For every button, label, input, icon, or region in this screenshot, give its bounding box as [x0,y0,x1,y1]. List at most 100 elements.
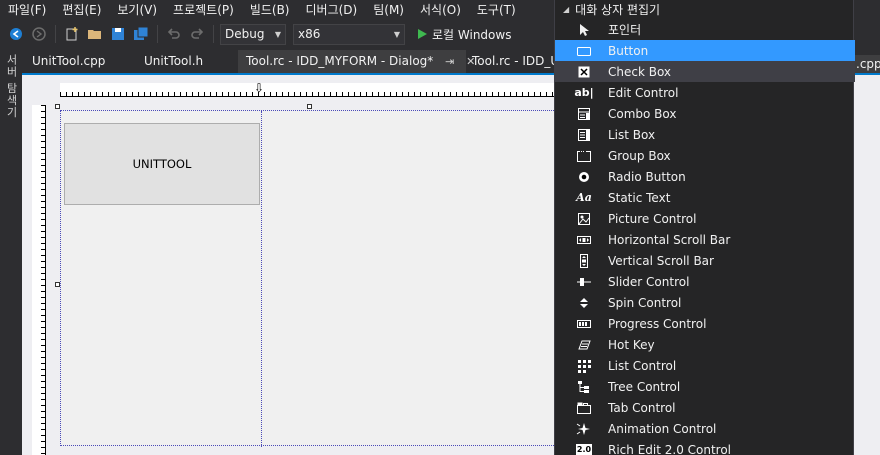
tab-dialog-myform[interactable]: Tool.rc - IDD_MYFORM - Dialog* ⇥ ✕ [238,50,475,73]
menu-edit[interactable]: 편집(E) [54,0,109,20]
spin-icon [576,295,592,311]
toolbox-item-button[interactable]: Button [555,40,855,61]
open-folder-icon[interactable] [85,24,105,44]
menu-tools[interactable]: 도구(T) [469,0,524,20]
toolbox-item-label: Vertical Scroll Bar [608,253,714,268]
toolbox-item-vertical-scroll-bar[interactable]: Vertical Scroll Bar [555,250,855,271]
toolbox-item-radio-button[interactable]: Radio Button [555,166,855,187]
toolbox-item-label: Static Text [608,190,671,205]
guide-line [261,111,262,447]
toolbox-item-spin-control[interactable]: Spin Control [555,292,855,313]
menu-view[interactable]: 보기(V) [109,0,165,20]
tab-label: Tool.rc - IDD_MYFORM - Dialog* [246,54,434,68]
pin-icon[interactable]: ⇥ [445,55,454,68]
toolbox-item-hot-key[interactable]: Hot Key [555,334,855,355]
slider-icon [576,274,592,290]
dialog-form[interactable]: UNITTOOL [60,110,560,447]
vertical-ruler [32,105,46,455]
vscroll-icon [576,253,592,269]
redo-icon[interactable] [187,24,207,44]
rich-edit-icon: 2.0 [576,443,592,455]
toolbox-item-label: Slider Control [608,274,690,289]
toolbox-group-header[interactable]: ◢ 대화 상자 편집기 [555,0,855,18]
toolbox-item-label: Check Box [608,64,672,79]
toolbox-item-label: Progress Control [608,316,707,331]
button-icon [576,43,592,59]
tab-unittool-cpp[interactable]: UnitTool.cpp [24,50,113,73]
tab-control-icon [576,400,592,416]
play-icon [418,29,427,39]
toolbox-item-combo-box[interactable]: Combo Box [555,103,855,124]
toolbox-item-label: Hot Key [608,337,655,352]
toolbox-item-label: 포인터 [608,23,642,37]
run-button-label: 로컬 Windows [432,27,512,42]
unittool-button-label: UNITTOOL [132,157,192,171]
tab-unittool-h[interactable]: UnitTool.h [136,50,211,73]
menu-format[interactable]: 서식(O) [412,0,469,20]
toolbox-item-label: Tree Control [608,379,681,394]
toolbox-item-label: Radio Button [608,169,686,184]
checkbox-icon [576,64,592,80]
toolbox-item-progress-control[interactable]: Progress Control [555,313,855,334]
menu-project[interactable]: 프로젝트(P) [165,0,242,20]
pointer-icon [576,22,592,38]
save-all-icon[interactable] [131,24,151,44]
toolbox-item-group-box[interactable]: Group Box [555,145,855,166]
toolbox-item-label: Tab Control [608,400,676,415]
run-button[interactable]: 로컬 Windows [416,26,511,43]
animation-icon [576,421,592,437]
toolbox-item-list-control[interactable]: List Control [555,355,855,376]
undo-icon[interactable] [164,24,184,44]
toolbox-item-tab-control[interactable]: Tab Control [555,397,855,418]
toolbox-group-title: 대화 상자 편집기 [575,2,661,17]
chevron-down-icon: ▼ [274,29,281,39]
back-icon[interactable] [6,24,26,44]
chevron-down-icon: ▼ [393,29,400,39]
toolbox-item-label: Group Box [608,148,671,163]
unittool-button[interactable]: UNITTOOL [64,123,260,205]
configuration-dropdown[interactable]: Debug ▼ [220,23,286,45]
hotkey-icon [576,337,592,353]
edit-control-icon: ab| [574,86,594,99]
toolbox-item-horizontal-scroll-bar[interactable]: Horizontal Scroll Bar [555,229,855,250]
toolbox-item-label: List Control [608,358,677,373]
toolbox-item-edit-control[interactable]: ab| Edit Control [555,82,855,103]
toolbox-item-animation-control[interactable]: Animation Control [555,418,855,439]
menu-team[interactable]: 팀(M) [365,0,412,20]
toolbox-item-picture-control[interactable]: Picture Control [555,208,855,229]
tab-dialog-u[interactable]: Tool.rc - IDD_U [464,50,567,73]
menu-build[interactable]: 빌드(B) [242,0,298,20]
radio-button-icon [576,169,592,185]
horizontal-ruler [60,83,560,97]
platform-dropdown[interactable]: x86 ▼ [293,23,405,45]
toolbox-item-label: Spin Control [608,295,682,310]
toolbox-item-label: Edit Control [608,85,679,100]
resize-handle[interactable] [307,104,312,109]
toolbox-item-list-box[interactable]: List Box [555,124,855,145]
toolbox-panel: ◢ 대화 상자 편집기 포인터 Button Check Box ab| Edi… [554,0,855,455]
toolbox-item-tree-control[interactable]: Tree Control [555,376,855,397]
new-project-icon[interactable] [62,24,82,44]
toolbox-item-check-box[interactable]: Check Box [555,61,855,82]
toolbox-item-label: Horizontal Scroll Bar [608,232,731,247]
tab-label: UnitTool.cpp [32,54,106,68]
menu-debug[interactable]: 디버그(D) [298,0,366,20]
menu-file[interactable]: 파일(F) [0,0,54,20]
save-icon[interactable] [108,24,128,44]
platform-value: x86 [298,27,321,41]
tab-label: UnitTool.h [144,54,204,68]
server-explorer-tab[interactable]: 서버 탐색기 [3,54,19,119]
toolbox-item-label: Rich Edit 2.0 Control [608,442,732,455]
toolbox-item-rich-edit[interactable]: 2.0 Rich Edit 2.0 Control [555,439,855,455]
resize-handle[interactable] [55,104,60,109]
ruler-marker-icon[interactable]: ⇩ [254,81,264,95]
toolbox-item-static-text[interactable]: Aa Static Text [555,187,855,208]
toolbox-item-slider-control[interactable]: Slider Control [555,271,855,292]
tab-fragment[interactable]: .cpp [854,55,880,73]
forward-icon[interactable] [29,24,49,44]
toolbox-item-label: List Box [608,127,656,142]
toolbox-item-pointer[interactable]: 포인터 [555,19,855,40]
collapse-triangle-icon[interactable]: ◢ [563,5,569,14]
picture-control-icon [576,211,592,227]
group-box-icon [576,148,592,164]
